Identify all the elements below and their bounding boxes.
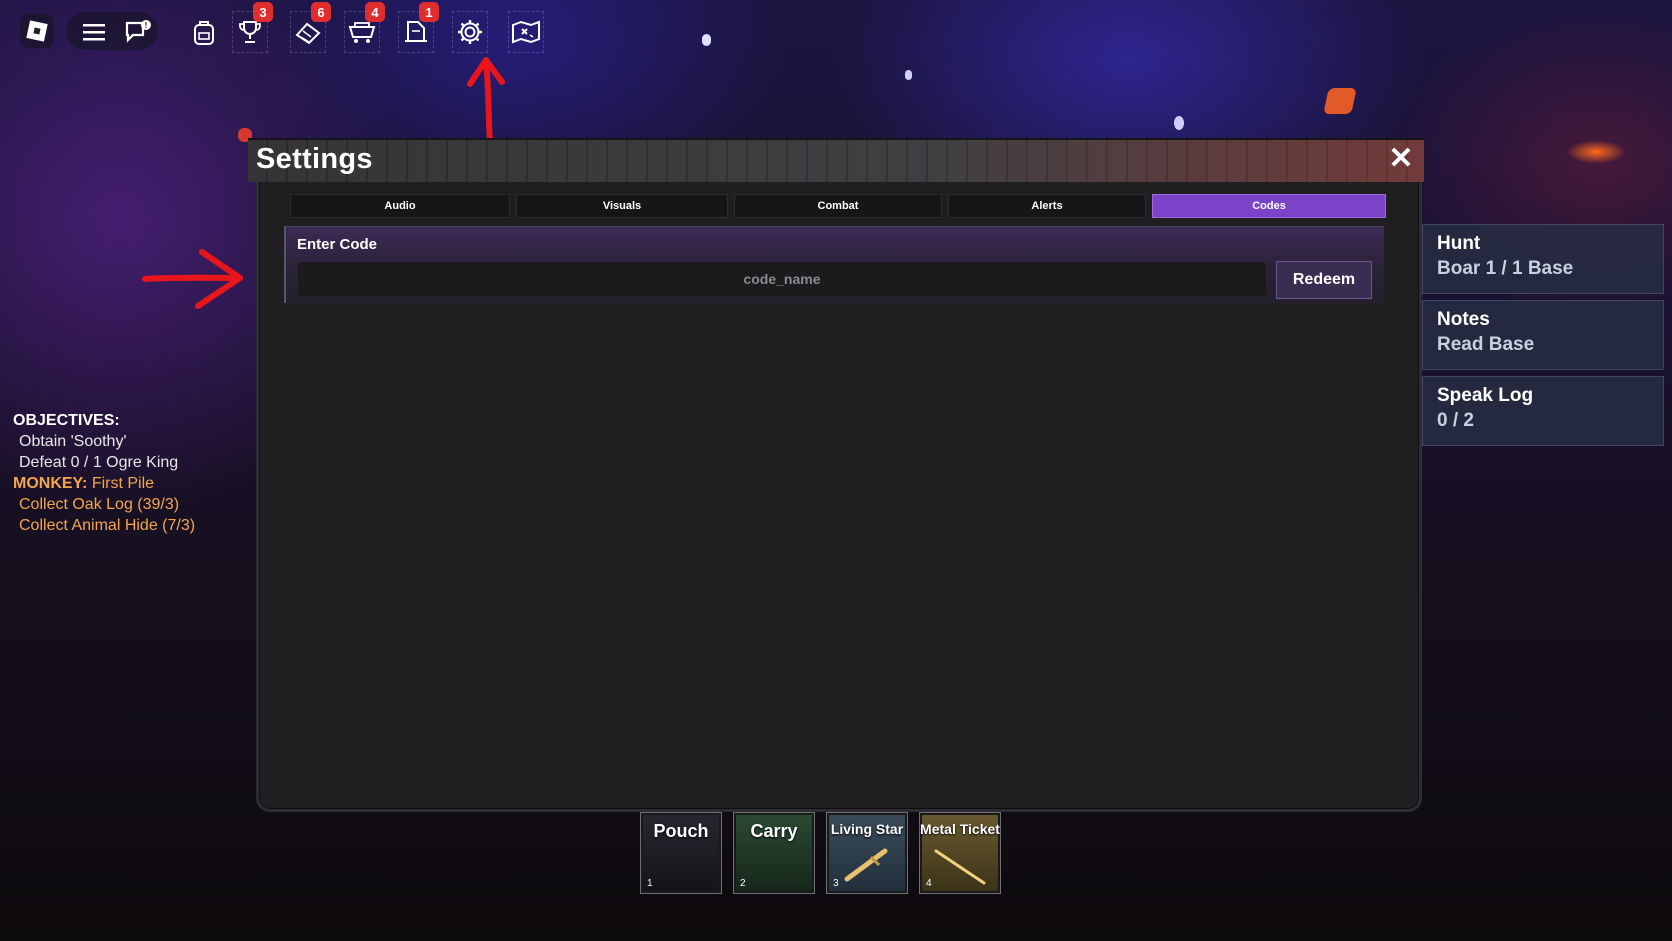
tab-codes[interactable]: Codes — [1152, 194, 1386, 218]
settings-frame — [452, 11, 488, 53]
slot-number: 4 — [926, 878, 932, 889]
settings-header — [248, 138, 1424, 182]
quest-card-speak-log[interactable]: Speak Log 0 / 2 — [1422, 376, 1664, 446]
background-window-light — [702, 34, 711, 46]
hotbar-slot-carry[interactable]: Carry 2 — [733, 812, 815, 894]
hotbar-slot-pouch[interactable]: Pouch 1 — [640, 812, 722, 894]
quest-title: Hunt — [1437, 233, 1481, 254]
chat-icon: ! — [125, 20, 151, 43]
hotbar-slot-living-star[interactable]: Living Star 3 — [826, 812, 908, 894]
shop-button[interactable]: 1 — [398, 2, 439, 53]
quest-card-hunt[interactable]: Hunt Boar 1 / 1 Base — [1422, 224, 1664, 294]
shop-badge: 1 — [419, 2, 439, 22]
settings-title: Settings — [256, 143, 373, 175]
slot-label: Metal Ticket — [920, 821, 1000, 837]
svg-text:!: ! — [145, 21, 148, 30]
quest-detail: Read Base — [1437, 334, 1535, 355]
tab-alerts[interactable]: Alerts — [948, 194, 1146, 218]
cart-icon — [348, 22, 376, 43]
quest-card-notes[interactable]: Notes Read Base — [1422, 300, 1664, 370]
objective-item: Defeat 0 / 1 Ogre King — [19, 454, 179, 471]
chat-button[interactable]: ! — [120, 14, 156, 50]
slot-number: 1 — [647, 878, 653, 889]
slot-label: Pouch — [653, 821, 709, 841]
scrolls-button[interactable]: 6 — [290, 2, 331, 53]
quest-detail: Boar 1 / 1 Base — [1437, 258, 1574, 279]
monkey-quest: MONKEY: First Pile — [13, 473, 195, 494]
cart-button[interactable]: 4 — [344, 2, 385, 53]
enter-code-label: Enter Code — [297, 236, 378, 253]
slot-label: Carry — [750, 821, 798, 841]
objective-item: Collect Oak Log (39/3) — [19, 496, 180, 513]
treasure-map-icon — [512, 20, 540, 44]
hotbar-slot-metal-ticket[interactable]: Metal Ticket 4 — [919, 812, 1001, 894]
settings-tabs: Audio Visuals Combat Alerts Codes — [290, 194, 1386, 218]
backpack-button[interactable] — [186, 14, 222, 50]
trophy-button[interactable]: 3 — [232, 2, 273, 53]
monkey-label: MONKEY: — [13, 475, 88, 492]
hamburger-menu-button[interactable] — [76, 14, 112, 50]
backpack-icon — [194, 21, 214, 45]
settings-button[interactable] — [452, 11, 488, 53]
redeem-button[interactable]: Redeem — [1276, 261, 1372, 299]
sword-icon — [844, 848, 888, 882]
scrolls-badge: 6 — [311, 2, 331, 22]
objectives-header: OBJECTIVES: — [13, 412, 120, 429]
trophy-icon — [239, 21, 261, 43]
objective-item: Obtain 'Soothy' — [19, 433, 127, 450]
roblox-logo[interactable] — [20, 14, 54, 48]
map-frame — [508, 11, 544, 53]
tab-combat[interactable]: Combat — [734, 194, 942, 218]
trophy-frame: 3 — [232, 2, 273, 53]
quest-title: Notes — [1437, 309, 1490, 330]
cart-frame: 4 — [344, 2, 385, 53]
slot-number: 2 — [740, 878, 746, 889]
cart-badge: 4 — [365, 2, 385, 22]
background-window-light — [1174, 116, 1184, 130]
slot-number: 3 — [833, 878, 839, 889]
background-pumpkin-glow — [1566, 140, 1626, 164]
scrolls-frame: 6 — [290, 2, 331, 53]
scroll-icon — [295, 22, 321, 45]
quest-detail: 0 / 2 — [1437, 410, 1474, 431]
shop-frame: 1 — [398, 2, 439, 53]
map-button[interactable] — [508, 11, 544, 53]
gear-icon — [458, 20, 482, 44]
ticket-icon — [934, 849, 986, 885]
roblox-logo-icon — [26, 20, 48, 42]
hamburger-icon — [83, 24, 105, 41]
close-button[interactable]: ✕ — [1384, 142, 1418, 176]
tab-audio[interactable]: Audio — [290, 194, 510, 218]
slot-label: Living Star — [830, 821, 904, 837]
background-window-light — [905, 70, 912, 80]
shop-icon — [405, 21, 427, 42]
code-input[interactable] — [298, 262, 1266, 296]
objectives-panel: OBJECTIVES: Obtain 'Soothy' Defeat 0 / 1… — [13, 410, 195, 536]
annotation-arrow-up — [467, 57, 505, 145]
annotation-arrow-right — [142, 249, 243, 309]
quest-title: Speak Log — [1437, 385, 1534, 406]
monkey-task: First Pile — [87, 475, 155, 492]
tab-visuals[interactable]: Visuals — [516, 194, 728, 218]
trophy-badge: 3 — [253, 2, 273, 22]
background-lantern — [1323, 88, 1357, 114]
objective-item: Collect Animal Hide (7/3) — [19, 517, 196, 534]
